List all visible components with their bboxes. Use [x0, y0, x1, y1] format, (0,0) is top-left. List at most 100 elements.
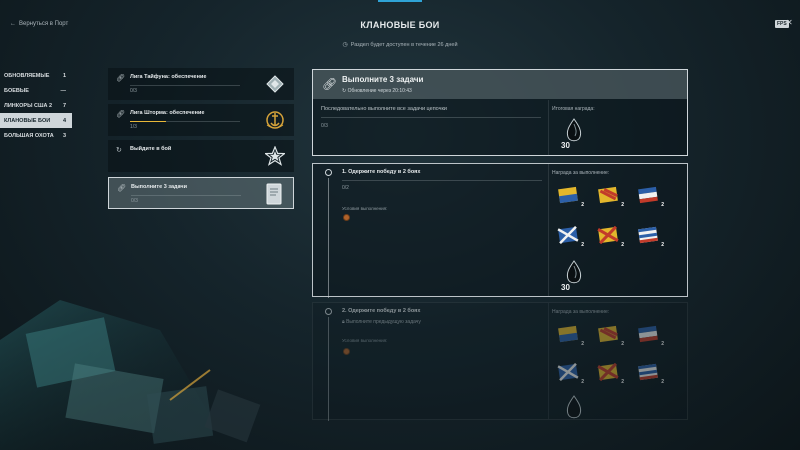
flag-count: 2	[621, 379, 624, 385]
blue-white-red-flag-icon: 2	[637, 325, 664, 347]
red-yellow-striped-flag-icon: 2	[597, 325, 624, 347]
chain-progress-bar	[321, 117, 541, 118]
task-progress-fill	[130, 121, 167, 122]
sidebar-item-label: КЛАНОВЫЕ БОИ	[4, 117, 51, 124]
red-yellow-cross-flag-icon: 2	[597, 362, 624, 385]
sidebar-item-clan-battles[interactable]: КЛАНОВЫЕ БОИ 4	[0, 113, 72, 128]
sidebar-item-big-hunt[interactable]: БОЛЬШАЯ ОХОТА 3	[0, 128, 72, 143]
flag-count: 2	[661, 202, 664, 208]
chain-link-icon: 🔗︎	[322, 77, 338, 91]
chain-step-2[interactable]: 2. Одержите победу в 2 боях 🔒︎ Выполните…	[312, 302, 688, 421]
update-time: 20:10:43	[392, 88, 412, 94]
sidebar-item-updatable[interactable]: ОБНОВЛЯЕМЫЕ 1	[0, 68, 72, 83]
sidebar-item-label: БОЛЬШАЯ ОХОТА	[4, 132, 54, 139]
flag-count: 2	[581, 242, 584, 248]
task-card-storm-league[interactable]: 🔗︎ Лига Шторма: обеспечение 1/3	[108, 104, 294, 136]
step-reward-label: Награда за выполнение:	[552, 309, 610, 315]
condition-icon	[343, 348, 350, 355]
clock-icon: ◷	[342, 42, 348, 48]
task-progress: 0/3	[130, 88, 137, 94]
flag-count: 2	[581, 379, 584, 385]
sidebar-item-count: —	[60, 87, 67, 94]
flag-count: 2	[621, 242, 624, 248]
task-progress-bar	[130, 85, 240, 86]
task-detail-panel: 🔗︎ Выполните 3 задачи ↻ Обновление через…	[312, 69, 688, 156]
blue-white-cross-flag-icon: 2	[557, 225, 584, 248]
chain-link-icon: 🔗︎	[117, 185, 126, 192]
flag-count: 2	[621, 341, 624, 347]
page-title: КЛАНОВЫЕ БОИ	[360, 20, 440, 30]
top-accent-bar	[378, 0, 422, 2]
yellow-blue-flag-icon: 2	[557, 325, 584, 347]
sidebar-item-count: 4	[62, 117, 66, 124]
yellow-blue-flag-icon: 2	[557, 186, 584, 208]
flag-count: 2	[661, 379, 664, 385]
task-progress-bar	[130, 121, 240, 122]
background-artwork	[0, 300, 261, 450]
final-reward-label: Итоговая награда:	[552, 106, 595, 112]
step-name: 2. Одержите победу в 2 боях	[342, 308, 421, 314]
sidebar-item-count: 3	[62, 132, 66, 139]
chain-link-icon: 🔗︎	[116, 75, 125, 82]
coal-reward-icon	[563, 395, 585, 425]
conditions-label: Условия выполнения:	[342, 338, 388, 343]
blue-white-stripes-flag-icon: 2	[637, 363, 664, 385]
star-emblem-icon	[264, 145, 286, 167]
blue-white-red-flag-icon: 2	[637, 186, 664, 208]
divider	[548, 100, 549, 156]
flag-count: 2	[661, 341, 664, 347]
task-description: Последовательно выполните все задачи цеп…	[321, 106, 447, 112]
step-connector-line	[328, 178, 329, 298]
availability-notice: ◷ Раздел будет доступен в течение 26 дней	[0, 41, 800, 48]
task-card-complete-3-tasks[interactable]: 🔗︎ Выполните 3 задачи 0/3	[108, 177, 294, 209]
task-card-typhoon-league[interactable]: 🔗︎ Лига Тайфуна: обеспечение 0/3	[108, 68, 294, 100]
chain-step-1[interactable]: 1. Одержите победу в 2 боях 0/2 Условия …	[312, 163, 688, 298]
blue-white-cross-flag-icon: 2	[557, 362, 584, 385]
divider	[548, 164, 549, 296]
step-status-circle	[325, 169, 332, 176]
typhoon-league-emblem-icon	[264, 73, 286, 95]
condition-icon	[343, 214, 350, 221]
sidebar-item-label: ОБНОВЛЯЕМЫЕ	[4, 72, 50, 79]
task-progress: 1/3	[130, 124, 137, 130]
refresh-icon: ↻	[116, 147, 122, 154]
task-name: Выполните 3 задачи	[131, 184, 187, 190]
chain-progress: 0/3	[321, 123, 328, 129]
flag-count: 2	[581, 341, 584, 347]
red-yellow-striped-flag-icon: 2	[597, 186, 624, 208]
refresh-icon: ↻	[342, 88, 347, 94]
availability-text: Раздел будет доступен в течение 26 дней	[350, 42, 458, 48]
coal-amount: 30	[561, 283, 570, 292]
chain-link-icon: 🔗︎	[116, 111, 125, 118]
close-button[interactable]: ✕	[786, 18, 793, 27]
task-progress-bar	[131, 195, 241, 196]
red-yellow-cross-flag-icon: 2	[597, 225, 624, 248]
sidebar-item-combat[interactable]: БОЕВЫЕ —	[0, 83, 72, 98]
task-card-enter-battle[interactable]: ↻ Выйдите в бой	[108, 140, 294, 172]
step-reward-label: Награда за выполнение:	[552, 170, 610, 176]
task-detail-title: Выполните 3 задачи	[342, 75, 424, 84]
step-status-circle	[325, 308, 332, 315]
category-sidebar: ОБНОВЛЯЕМЫЕ 1 БОЕВЫЕ — ЛИНКОРЫ США 2 7 К…	[0, 68, 72, 143]
step-progress: 0/2	[342, 185, 349, 191]
task-detail-header: 🔗︎ Выполните 3 задачи ↻ Обновление через…	[313, 70, 687, 99]
update-timer: ↻ Обновление через 20:10:43	[342, 88, 412, 94]
divider	[548, 303, 549, 419]
lock-icon: 🔒︎	[342, 319, 345, 325]
coal-reward-icon: 30	[561, 118, 585, 150]
coal-reward-icon: 30	[561, 260, 585, 292]
step-name: 1. Одержите победу в 2 боях	[342, 169, 421, 175]
blue-white-stripes-flag-icon: 2	[637, 226, 664, 248]
step-lock-notice: 🔒︎ Выполните предыдущую задачу	[342, 319, 421, 325]
document-emblem-icon	[263, 183, 285, 205]
task-name: Лига Тайфуна: обеспечение	[130, 74, 207, 80]
task-name: Выйдите в бой	[130, 146, 172, 152]
step-progress-bar	[342, 180, 542, 181]
lock-text: Выполните предыдущую задачу	[346, 319, 421, 325]
step-connector-line	[328, 317, 329, 421]
flag-count: 2	[581, 202, 584, 208]
sidebar-item-count: 1	[62, 72, 66, 79]
update-prefix: Обновление через	[347, 88, 391, 94]
sidebar-item-label: БОЕВЫЕ	[4, 87, 29, 94]
sidebar-item-us-battleships[interactable]: ЛИНКОРЫ США 2 7	[0, 98, 72, 113]
